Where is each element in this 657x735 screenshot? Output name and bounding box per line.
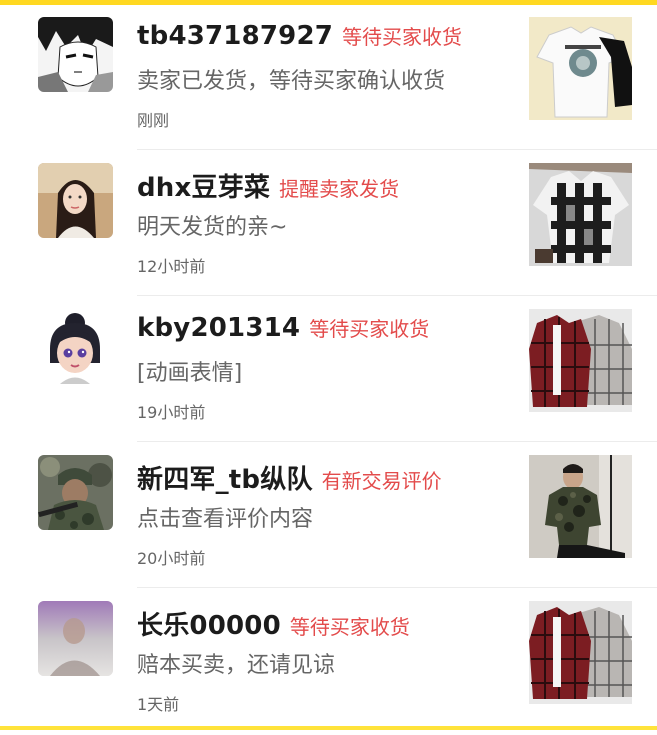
girl-photo-avatar[interactable] [38,163,113,238]
timestamp: 刚刚 [137,111,170,130]
bottom-accent-bar [0,726,657,730]
row-divider [137,587,657,588]
row-divider [137,295,657,296]
order-status: 等待买家收货 [309,317,430,341]
order-status: 有新交易评价 [321,469,442,493]
name-line: kby201314 等待买家收货 [137,313,429,353]
name-line: tb437187927 等待买家收货 [137,21,462,61]
conversation-row[interactable]: dhx豆芽菜 提醒卖家发货 明天发货的亲~ 12小时前 [0,151,657,297]
order-status: 等待买家收货 [342,25,463,49]
order-status: 提醒卖家发货 [279,177,400,201]
contact-name: tb437187927 [137,21,334,51]
message-preview: 卖家已发货，等待买家确认收货 [137,69,446,94]
order-status: 等待买家收货 [289,615,410,639]
soldier-photo-avatar[interactable] [38,455,113,530]
message-preview: 赔本买卖，还请见谅 [137,653,336,678]
cartoon-girl-avatar[interactable] [38,309,113,384]
red-plaid-shirts-thumbnail[interactable] [529,309,632,412]
contact-name: kby201314 [137,313,301,343]
conversation-row[interactable]: 新四军_tb纵队 有新交易评价 点击查看评价内容 20小时前 [0,443,657,589]
message-preview: [动画表情] [137,361,243,386]
anime-boy-avatar[interactable] [38,17,113,92]
timestamp: 12小时前 [137,257,206,276]
conversation-row[interactable]: tb437187927 等待买家收货 卖家已发货，等待买家确认收货 刚刚 [0,5,657,151]
timestamp: 20小时前 [137,549,206,568]
name-line: 长乐00000 等待买家收货 [137,605,410,645]
plaid-shirt-thumbnail[interactable] [529,163,632,266]
name-line: 新四军_tb纵队 有新交易评价 [137,459,442,499]
conversation-row[interactable]: 长乐00000 等待买家收货 赔本买卖，还请见谅 1天前 [0,589,657,735]
name-line: dhx豆芽菜 提醒卖家发货 [137,167,399,207]
white-tshirt-thumbnail[interactable] [529,17,632,120]
camo-tshirt-model-thumbnail[interactable] [529,455,632,558]
timestamp: 1天前 [137,695,180,714]
conversation-row[interactable]: kby201314 等待买家收货 [动画表情] 19小时前 [0,297,657,443]
timestamp: 19小时前 [137,403,206,422]
contact-name: 新四军_tb纵队 [137,465,313,495]
hazy-portrait-avatar[interactable] [38,601,113,676]
row-divider [137,441,657,442]
message-preview: 明天发货的亲~ [137,215,288,240]
contact-name: dhx豆芽菜 [137,173,271,203]
message-preview: 点击查看评价内容 [137,507,314,532]
contact-name: 长乐00000 [137,611,281,641]
row-divider [137,149,657,150]
red-plaid-shirts-thumbnail[interactable] [529,601,632,704]
